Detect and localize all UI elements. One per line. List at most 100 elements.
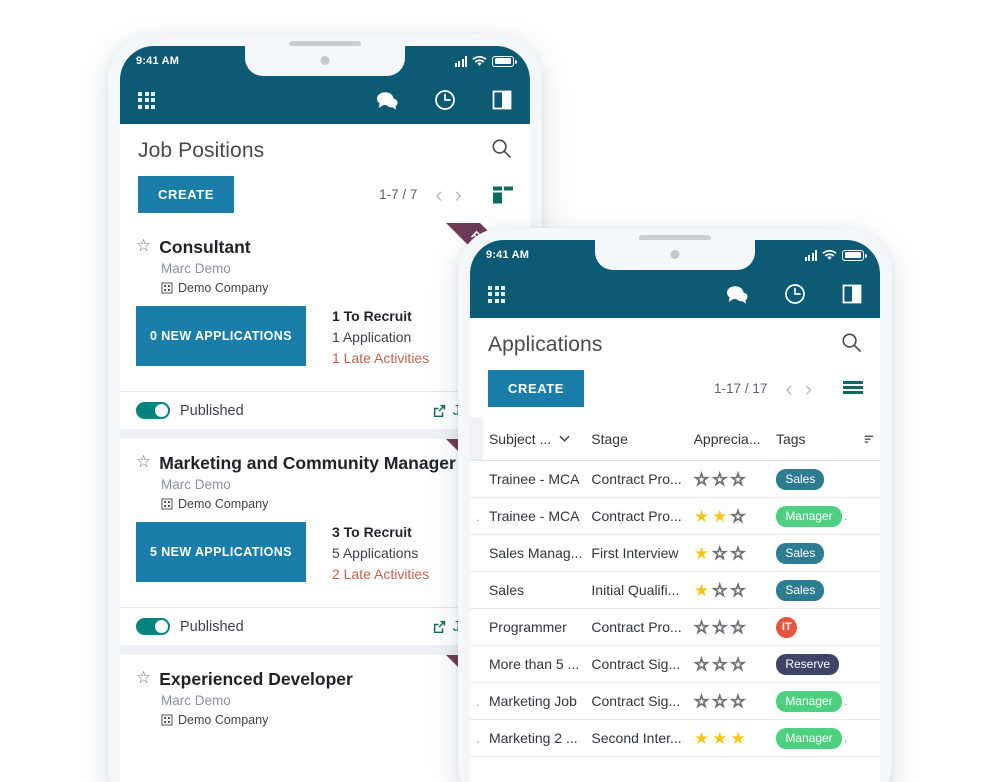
- star-filled-icon[interactable]: ★: [712, 730, 727, 747]
- table-row[interactable]: Sales Manag... First Interview ★ ☆ ☆ Sales: [470, 535, 880, 572]
- star-empty-icon[interactable]: ☆: [711, 656, 727, 673]
- side-panel-icon[interactable]: [492, 90, 512, 110]
- new-applications-button[interactable]: 0 NEW APPLICATIONS: [136, 306, 306, 367]
- star-filled-icon[interactable]: ★: [694, 582, 709, 599]
- column-header-subject[interactable]: Subject ...: [483, 431, 585, 447]
- star-empty-icon[interactable]: ☆: [693, 656, 709, 673]
- phone-notch: [595, 240, 755, 270]
- cell-appreciation[interactable]: ☆ ☆ ☆: [688, 619, 770, 636]
- star-empty-icon[interactable]: ☆: [711, 582, 727, 599]
- star-rating[interactable]: ★ ★ ★: [694, 730, 764, 747]
- pager-next-icon[interactable]: ›: [451, 183, 466, 206]
- star-empty-icon[interactable]: ☆: [693, 471, 709, 488]
- star-rating[interactable]: ★ ☆ ☆: [694, 582, 764, 599]
- star-rating[interactable]: ☆ ☆ ☆: [693, 619, 764, 636]
- phone-applications: 9:41 AM Applications CREATE 1-17 / 17 ‹ …: [458, 228, 892, 782]
- star-empty-icon[interactable]: ☆: [730, 693, 746, 710]
- battery-icon: [842, 249, 867, 261]
- column-header-overflow-icon[interactable]: [858, 433, 880, 445]
- column-header-tags[interactable]: Tags: [770, 431, 858, 447]
- clock-activity-icon[interactable]: [434, 89, 456, 111]
- to-recruit-count[interactable]: 3 To Recruit: [332, 524, 429, 540]
- tag-badge[interactable]: IT: [776, 616, 798, 638]
- tag-badge[interactable]: Reserve: [776, 653, 839, 675]
- star-empty-icon[interactable]: ☆: [711, 693, 727, 710]
- table-row[interactable]: Sales Initial Qualifi... ★ ☆ ☆ Sales: [470, 572, 880, 609]
- star-filled-icon[interactable]: ★: [694, 545, 709, 562]
- table-row[interactable]: Programmer Contract Pro... ☆ ☆ ☆ IT: [470, 609, 880, 646]
- favorite-star-icon[interactable]: ☆: [136, 452, 151, 472]
- search-icon[interactable]: [491, 138, 512, 164]
- tag-badge[interactable]: Manager: [776, 690, 842, 712]
- apps-grid-icon[interactable]: [138, 91, 155, 109]
- apps-grid-icon[interactable]: [488, 285, 505, 303]
- list-view-icon[interactable]: [842, 380, 864, 398]
- cell-appreciation[interactable]: ★ ★ ★: [688, 730, 770, 747]
- star-rating[interactable]: ☆ ☆ ☆: [693, 656, 764, 673]
- side-panel-icon[interactable]: [842, 284, 862, 304]
- applications-count[interactable]: 1 Application: [332, 329, 429, 345]
- star-empty-icon[interactable]: ☆: [711, 545, 727, 562]
- chevron-down-icon[interactable]: [558, 432, 571, 445]
- row-marker: .: [476, 730, 480, 746]
- cell-appreciation[interactable]: ★ ★ ☆: [688, 508, 770, 525]
- tag-badge[interactable]: Manager: [776, 505, 842, 527]
- table-row[interactable]: . Marketing Job Contract Sig... ☆ ☆ ☆ Manager.: [470, 683, 880, 720]
- messages-icon[interactable]: [726, 285, 748, 304]
- cell-appreciation[interactable]: ☆ ☆ ☆: [688, 656, 770, 673]
- tag-badge[interactable]: Sales: [776, 542, 825, 564]
- applications-count[interactable]: 5 Applications: [332, 545, 429, 561]
- create-button[interactable]: CREATE: [138, 176, 235, 213]
- publish-toggle[interactable]: [136, 402, 170, 419]
- pager-prev-icon[interactable]: ‹: [431, 183, 446, 206]
- search-icon[interactable]: [841, 332, 862, 358]
- star-empty-icon[interactable]: ☆: [730, 508, 746, 525]
- table-row[interactable]: More than 5 ... Contract Sig... ☆ ☆ ☆ Reserve: [470, 646, 880, 683]
- kanban-view-icon[interactable]: [492, 185, 514, 205]
- table-row[interactable]: . Trainee - MCA Contract Pro... ★ ★ ☆ Manager.: [470, 498, 880, 535]
- favorite-star-icon[interactable]: ☆: [136, 236, 151, 256]
- publish-toggle-group[interactable]: Published: [136, 402, 244, 419]
- star-empty-icon[interactable]: ☆: [730, 619, 746, 636]
- screenshot-root: 9:41 AM Job Positions CREATE 1-7 / 7 ‹ ›…: [0, 0, 1000, 782]
- star-empty-icon[interactable]: ☆: [711, 619, 727, 636]
- star-filled-icon[interactable]: ★: [694, 730, 709, 747]
- pager-next-icon[interactable]: ›: [801, 377, 816, 400]
- clock-activity-icon[interactable]: [784, 283, 806, 305]
- star-rating[interactable]: ☆ ☆ ☆: [693, 471, 764, 488]
- cell-appreciation[interactable]: ★ ☆ ☆: [688, 545, 770, 562]
- star-empty-icon[interactable]: ☆: [693, 693, 709, 710]
- table-row[interactable]: Trainee - MCA Contract Pro... ☆ ☆ ☆ Sales: [470, 461, 880, 498]
- star-rating[interactable]: ☆ ☆ ☆: [693, 693, 764, 710]
- star-filled-icon[interactable]: ★: [694, 508, 709, 525]
- table-row[interactable]: . Marketing 2 ... Second Inter... ★ ★ ★ Manage…: [470, 720, 880, 757]
- publish-toggle[interactable]: [136, 618, 170, 635]
- star-empty-icon[interactable]: ☆: [730, 545, 746, 562]
- create-button[interactable]: CREATE: [488, 370, 585, 407]
- late-activities-count[interactable]: 1 Late Activities: [332, 350, 429, 366]
- star-filled-icon[interactable]: ★: [712, 508, 727, 525]
- favorite-star-icon[interactable]: ☆: [136, 668, 151, 688]
- new-applications-button[interactable]: 5 NEW APPLICATIONS: [136, 522, 306, 583]
- cell-appreciation[interactable]: ☆ ☆ ☆: [688, 471, 770, 488]
- cell-appreciation[interactable]: ★ ☆ ☆: [688, 582, 770, 599]
- star-empty-icon[interactable]: ☆: [730, 471, 746, 488]
- star-empty-icon[interactable]: ☆: [711, 471, 727, 488]
- tag-badge[interactable]: Manager: [776, 727, 842, 749]
- star-empty-icon[interactable]: ☆: [730, 656, 746, 673]
- column-header-appreciation[interactable]: Apprecia...: [688, 431, 770, 447]
- messages-icon[interactable]: [376, 91, 398, 110]
- star-filled-icon[interactable]: ★: [730, 730, 745, 747]
- column-header-stage[interactable]: Stage: [585, 431, 687, 447]
- late-activities-count[interactable]: 2 Late Activities: [332, 566, 429, 582]
- cell-appreciation[interactable]: ☆ ☆ ☆: [688, 693, 770, 710]
- star-rating[interactable]: ★ ★ ☆: [694, 508, 764, 525]
- star-rating[interactable]: ★ ☆ ☆: [694, 545, 764, 562]
- tag-badge[interactable]: Sales: [776, 468, 825, 490]
- star-empty-icon[interactable]: ☆: [693, 619, 709, 636]
- to-recruit-count[interactable]: 1 To Recruit: [332, 308, 429, 324]
- tag-badge[interactable]: Sales: [776, 579, 825, 601]
- star-empty-icon[interactable]: ☆: [730, 582, 746, 599]
- pager-prev-icon[interactable]: ‹: [781, 377, 796, 400]
- publish-toggle-group[interactable]: Published: [136, 618, 244, 635]
